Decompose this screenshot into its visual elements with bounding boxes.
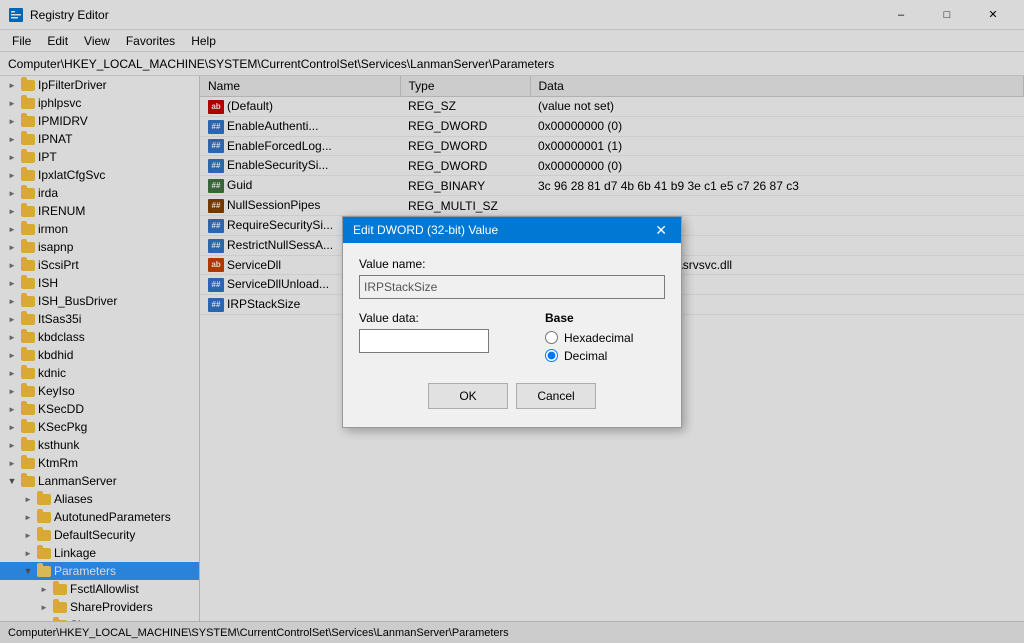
base-area: Base Hexadecimal Decimal bbox=[545, 311, 665, 367]
decimal-radio-label[interactable]: Decimal bbox=[545, 349, 665, 363]
dialog-title-bar: Edit DWORD (32-bit) Value ✕ bbox=[343, 217, 681, 243]
dialog-overlay: Edit DWORD (32-bit) Value ✕ Value name: … bbox=[0, 0, 1024, 643]
decimal-radio[interactable] bbox=[545, 349, 558, 362]
dialog-value-row: Value data: Base Hexadecimal Decimal bbox=[359, 311, 665, 367]
value-name-input[interactable] bbox=[359, 275, 665, 299]
dialog-title: Edit DWORD (32-bit) Value bbox=[353, 223, 498, 237]
value-name-label: Value name: bbox=[359, 257, 665, 271]
value-data-area: Value data: bbox=[359, 311, 529, 353]
decimal-label: Decimal bbox=[564, 349, 607, 363]
cancel-button[interactable]: Cancel bbox=[516, 383, 596, 409]
hexadecimal-radio-label[interactable]: Hexadecimal bbox=[545, 331, 665, 345]
dialog-body: Value name: Value data: Base Hexadecimal bbox=[343, 243, 681, 427]
hexadecimal-radio[interactable] bbox=[545, 331, 558, 344]
ok-button[interactable]: OK bbox=[428, 383, 508, 409]
base-label: Base bbox=[545, 311, 665, 325]
hexadecimal-label: Hexadecimal bbox=[564, 331, 633, 345]
edit-dword-dialog: Edit DWORD (32-bit) Value ✕ Value name: … bbox=[342, 216, 682, 428]
value-data-label: Value data: bbox=[359, 311, 529, 325]
value-data-input[interactable] bbox=[359, 329, 489, 353]
dialog-close-button[interactable]: ✕ bbox=[651, 223, 671, 237]
dialog-buttons: OK Cancel bbox=[359, 383, 665, 413]
